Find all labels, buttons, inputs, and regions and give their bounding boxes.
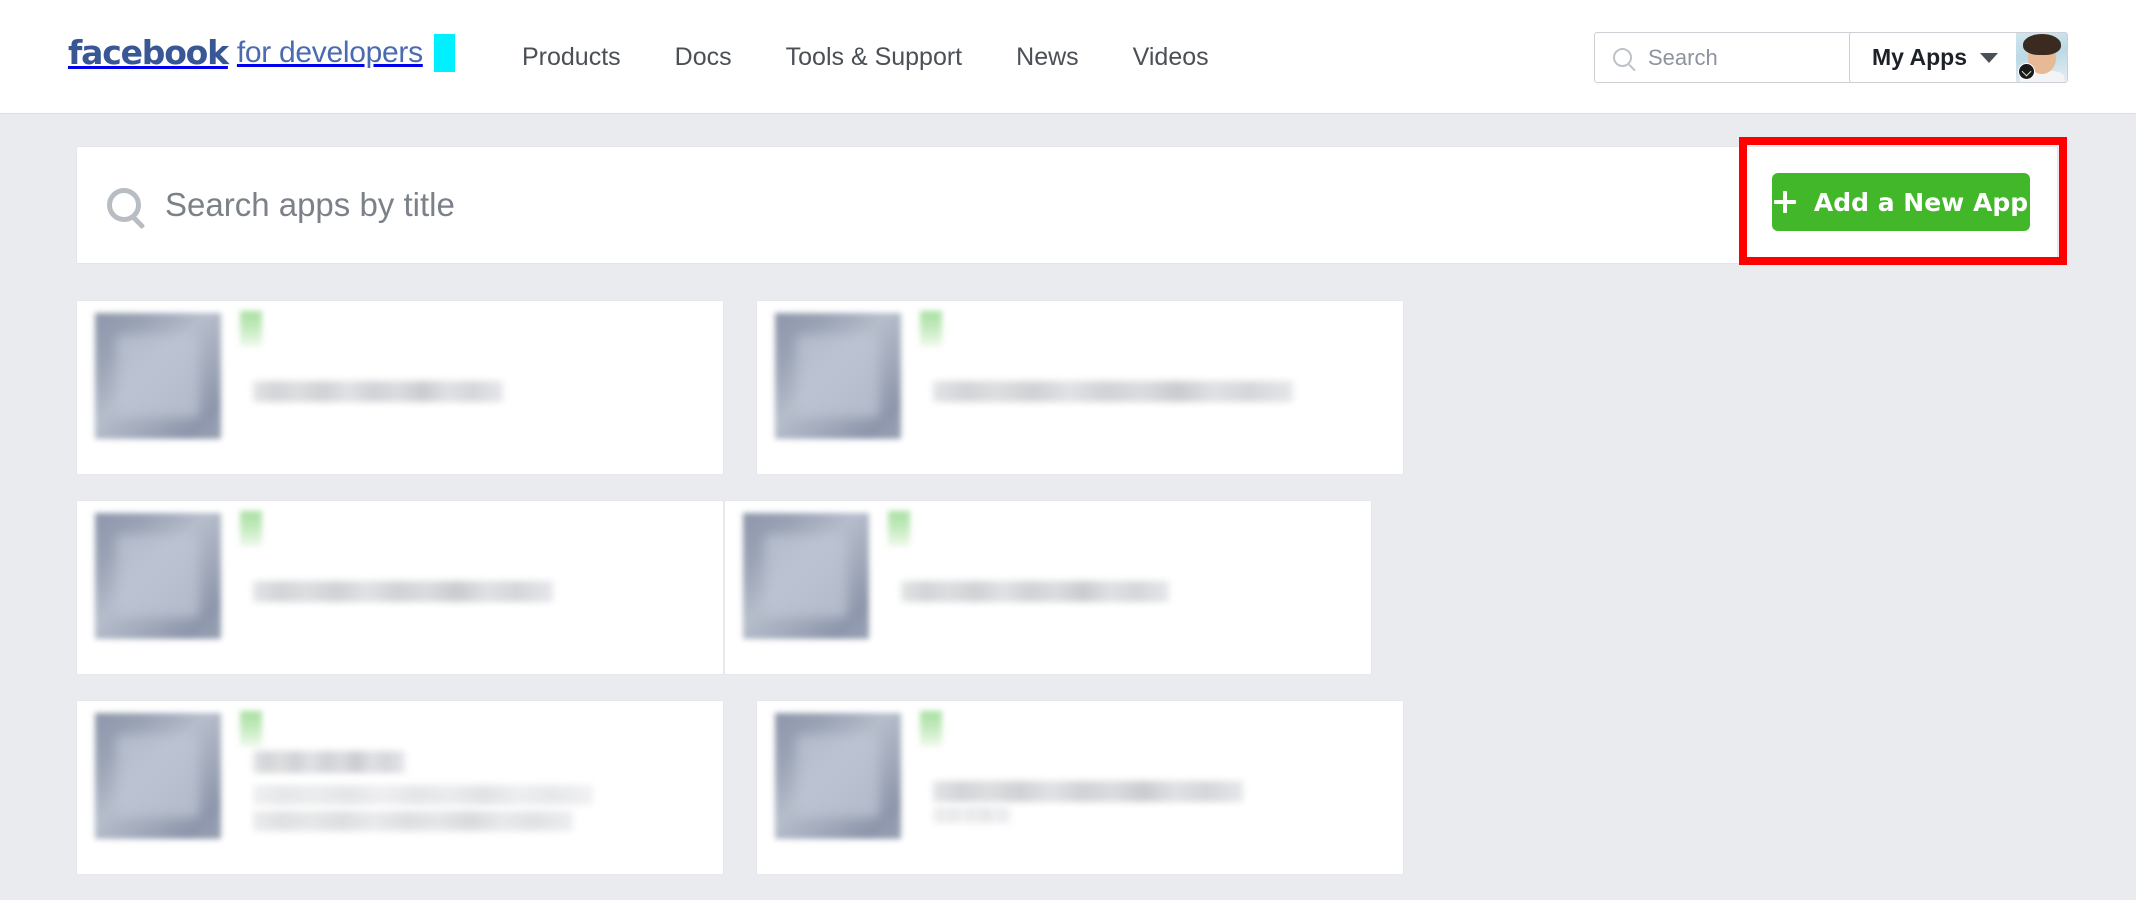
app-status-indicator (240, 311, 262, 347)
nav-videos[interactable]: Videos (1106, 43, 1236, 72)
app-title-redacted (933, 381, 1293, 402)
add-a-new-app-button[interactable]: Add a New App (1772, 173, 2030, 231)
for-developers-text: for developers (236, 35, 423, 69)
app-title-redacted (253, 751, 405, 773)
app-card-5[interactable] (76, 700, 724, 875)
avatar-hair (2023, 34, 2061, 55)
app-title-redacted (933, 781, 1243, 802)
avatar[interactable] (2016, 33, 2067, 82)
nav-docs[interactable]: Docs (648, 43, 759, 72)
header-search-placeholder: Search (1648, 44, 1718, 70)
my-apps-menu[interactable]: My Apps (1849, 32, 2068, 83)
app-title-redacted (901, 581, 1169, 602)
facebook-for-developers-logo[interactable]: facebook for developers (68, 33, 455, 72)
app-thumbnail (95, 713, 221, 839)
app-card-1[interactable] (76, 300, 724, 475)
chevron-down-icon (1980, 52, 1998, 63)
plus-icon (1773, 191, 1796, 213)
facebook-wordmark: facebook (68, 33, 229, 72)
search-apps-input[interactable]: Search apps by title (107, 147, 455, 263)
search-apps-placeholder: Search apps by title (165, 186, 455, 223)
app-card-2[interactable] (756, 300, 1404, 475)
search-icon (1613, 48, 1632, 67)
app-thumbnail (775, 713, 901, 839)
app-meta-redacted (253, 811, 573, 831)
app-thumbnail (95, 313, 221, 439)
app-thumbnail (775, 313, 901, 439)
primary-nav: Products Docs Tools & Support News Video… (495, 0, 1236, 114)
top-navigation-bar: facebook for developers Products Docs To… (0, 0, 2136, 114)
app-thumbnail (95, 513, 221, 639)
avatar-badge-icon (2018, 63, 2035, 80)
cyan-cursor-marker (433, 33, 455, 72)
app-title-redacted (253, 581, 553, 602)
app-status-indicator (240, 711, 262, 747)
app-meta-redacted (933, 807, 1011, 823)
search-apps-card: Search apps by title (76, 146, 2058, 264)
my-apps-label-group: My Apps (1850, 33, 2016, 82)
search-icon (107, 188, 141, 222)
nav-tools-support[interactable]: Tools & Support (759, 43, 990, 72)
add-a-new-app-label: Add a New App (1813, 187, 2029, 217)
my-apps-label: My Apps (1872, 44, 1967, 70)
header-search-input[interactable]: Search (1594, 32, 1857, 83)
app-card-3[interactable] (76, 500, 724, 675)
app-card-4[interactable] (724, 500, 1372, 675)
app-subtitle-redacted (253, 785, 593, 805)
nav-products[interactable]: Products (495, 43, 648, 72)
app-status-indicator (920, 711, 942, 747)
app-thumbnail (743, 513, 869, 639)
nav-news[interactable]: News (989, 43, 1106, 72)
app-card-6[interactable] (756, 700, 1404, 875)
app-status-indicator (920, 311, 942, 347)
app-cards-grid (76, 300, 2066, 900)
app-status-indicator (888, 511, 910, 547)
app-title-redacted (253, 381, 503, 402)
app-status-indicator (240, 511, 262, 547)
